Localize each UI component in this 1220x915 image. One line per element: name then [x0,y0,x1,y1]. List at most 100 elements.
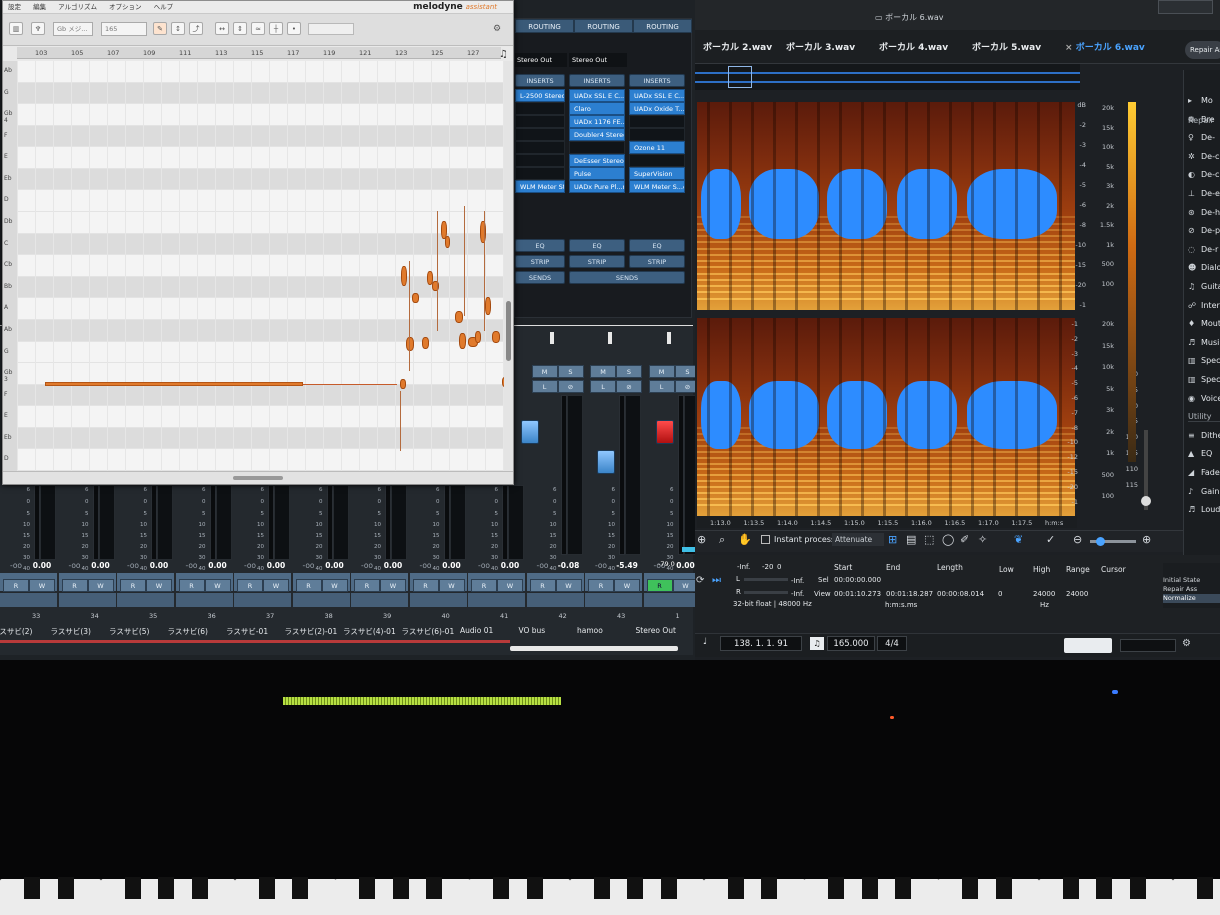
write-button[interactable]: W [263,579,289,592]
volume-readout[interactable]: 0.00 [496,561,524,570]
read-button[interactable]: R [412,579,439,592]
module-item[interactable]: ♀ De- [1188,133,1215,142]
melodyne-note-grid[interactable] [17,61,508,471]
insert-slot[interactable]: UADx 1176 FE...or [569,115,625,128]
channel-name[interactable]: hamoo [577,626,603,635]
zoom-field[interactable] [308,23,354,35]
pitch-tool-icon[interactable]: ↕ [171,22,185,35]
pan-indicator[interactable] [666,332,671,344]
module-item[interactable]: ♫ Guita [1188,282,1220,291]
volume-readout[interactable]: -5.49 [613,561,641,570]
insert-slot[interactable] [515,102,565,115]
view-length[interactable]: 00:00:08.014 [937,590,984,598]
insert-slot[interactable] [515,167,565,180]
sidebar-toggle-icon[interactable]: ▥ [9,22,23,35]
write-button[interactable]: W [497,579,523,592]
inserts-header[interactable]: INSERTS [569,74,625,87]
channel-name[interactable]: ラスサビ(5) [109,626,149,637]
inserts-header[interactable]: INSERTS [515,74,565,87]
main-tool-icon[interactable]: ✎ [153,22,167,35]
write-button[interactable]: W [29,579,55,592]
pitch-mod-icon[interactable]: ⤴ [189,22,203,35]
sends-section[interactable]: SENDS [569,271,685,284]
channel-name[interactable]: ラスサビ-01 [226,626,268,637]
insert-slot[interactable] [569,141,625,154]
insert-slot[interactable]: WLM Meter Stereo [515,180,565,193]
module-item[interactable]: ⊛ De-h [1188,208,1220,217]
zoom-in-horizontal-icon[interactable]: ⊕ [1142,533,1151,546]
module-item[interactable]: ⊥ De-e [1188,189,1220,198]
zoom-in-icon[interactable]: ⊕ [697,533,706,546]
history-item-selected[interactable]: Normalize [1163,594,1220,603]
view-start[interactable]: 00:01:10.273 [834,590,881,598]
insert-slot[interactable]: DeEsser Stereo [569,154,625,167]
channel-controls-row[interactable] [292,593,350,607]
read-button[interactable]: R [3,579,29,592]
module-item[interactable]: ♬ Musi [1188,338,1219,347]
time-select-icon[interactable]: ⊞ [888,533,897,546]
write-button[interactable]: W [321,579,348,592]
note-separation-icon[interactable]: • [287,22,301,35]
channel-name[interactable]: ラスサビ(2) [0,626,32,637]
insert-slot[interactable] [629,128,685,141]
history-item[interactable]: Repair Ass [1163,585,1220,594]
module-item[interactable]: ▥ Spec [1188,375,1220,384]
module-item[interactable]: ◐ De-c [1188,170,1219,179]
output-routing[interactable]: Stereo Out [515,53,567,67]
write-button[interactable]: W [204,579,231,592]
read-button[interactable]: R [354,579,380,592]
channel-controls-row[interactable] [585,593,642,607]
gain-slider-thumb[interactable] [1141,496,1151,506]
channel-controls-row[interactable] [409,593,467,607]
menu-options[interactable]: オプション [109,3,142,11]
sel-start[interactable]: 00:00:00.000 [834,576,881,584]
insert-slot[interactable]: Ozone 11 [629,141,685,154]
play-cursor-icon[interactable]: ⏭ [712,575,721,586]
note-blob-long[interactable] [45,382,303,386]
channel-name[interactable]: ラスサビ(2)-01 [285,626,338,637]
insert-slot[interactable]: UADx SSL E C...ip [569,89,625,102]
loop-icon[interactable]: ⟳ [696,575,704,586]
routing-header[interactable]: ROUTING [515,19,574,33]
write-button[interactable]: W [438,579,465,592]
zoom-slider-thumb[interactable] [1096,537,1105,546]
repair-assistant-button[interactable]: Repair As [1185,41,1220,59]
volume-readout[interactable]: 0.00 [438,561,466,570]
file-tab[interactable]: ボーカル 3.wav [786,40,855,53]
overview-view-range[interactable] [728,66,752,88]
scale-select[interactable]: Gb メジ... [53,22,93,36]
menu-algorithm[interactable]: アルゴリズム [58,3,97,11]
file-tab[interactable]: ボーカル 4.wav [879,40,948,53]
menu-settings[interactable]: 設定 [8,3,21,11]
position-display[interactable]: 138. 1. 1. 91 [720,636,802,651]
fader-handle[interactable] [655,420,674,444]
melodyne-hscroll[interactable] [3,471,513,484]
file-tab[interactable]: ボーカル 2.wav [703,40,772,53]
fader-handle[interactable] [520,420,539,444]
note-blob[interactable] [422,337,429,349]
note-blob[interactable] [475,331,481,343]
tempo-track-icon[interactable]: ♫ [810,637,824,650]
pan-indicator[interactable] [608,332,612,344]
channel-controls-row[interactable] [234,593,291,607]
read-button[interactable]: R [295,579,322,592]
read-button[interactable]: R [471,579,497,592]
note-blob[interactable] [401,266,407,286]
insert-slot[interactable] [515,115,565,128]
volume-readout[interactable]: 0.00 [145,561,173,570]
tempo-field[interactable]: 165 [101,22,147,36]
sends-section[interactable]: SENDS [515,271,565,284]
instant-process-checkbox[interactable] [761,535,770,544]
freq-select-icon[interactable]: ▤ [906,533,916,546]
note-blob[interactable] [445,236,450,248]
insert-slot[interactable] [515,141,565,154]
routing-header[interactable]: ROUTING [633,19,692,33]
melodyne-ruler[interactable]: 103 105 107 109 111 113 115 117 119 121 123 125 127 [17,47,501,59]
channel-name[interactable]: ラスサビ(6) [168,626,208,637]
inserts-header[interactable]: INSERTS [629,74,685,87]
write-button[interactable]: W [380,579,406,592]
leaf-icon[interactable]: ❦ [1014,533,1023,546]
read-button[interactable]: R [178,579,205,592]
read-button[interactable]: R [237,579,263,592]
history-item[interactable]: Initial State [1163,576,1220,585]
